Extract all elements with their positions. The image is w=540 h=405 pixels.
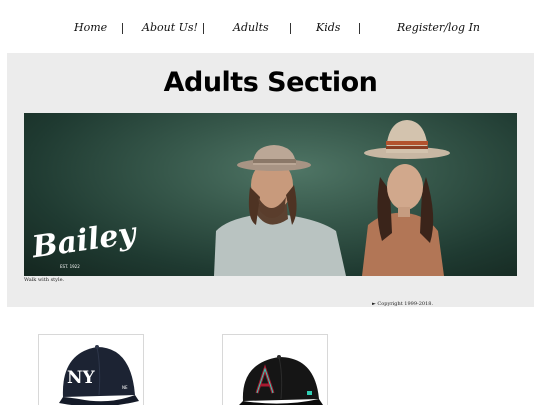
nav-separator <box>359 23 360 34</box>
copyright-text: ► Copyright 1999-2018. <box>372 301 434 307</box>
product-card-diamondbacks-cap[interactable] <box>222 334 328 405</box>
svg-text:NY: NY <box>67 368 96 388</box>
product-card-ny-cap[interactable]: NY NE <box>38 334 144 405</box>
nav-separator <box>290 23 291 34</box>
hero-banner-image: Bailey EST. 1922 <box>24 113 517 276</box>
nav-separator <box>203 23 204 34</box>
black-a-baseball-cap-icon <box>239 355 323 405</box>
top-nav: Home About Us! Adults Kids Register/log … <box>0 18 540 38</box>
man-figure <box>214 145 346 276</box>
nav-kids-link[interactable]: Kids <box>316 18 340 38</box>
nav-about-link[interactable]: About Us! <box>142 18 198 38</box>
bailey-brand-logo: Bailey EST. 1922 <box>29 216 140 269</box>
logo-subtext: EST. 1922 <box>60 264 80 269</box>
woman-figure <box>362 120 450 276</box>
nav-adults-link[interactable]: Adults <box>233 18 269 38</box>
nav-register-login-link[interactable]: Register/log In <box>397 18 480 38</box>
page-title: Adults Section <box>163 67 378 98</box>
models-wearing-hats-photo: Bailey EST. 1922 <box>29 120 450 276</box>
nav-home-link[interactable]: Home <box>74 18 107 38</box>
nav-separator <box>122 23 123 34</box>
navy-ny-baseball-cap-icon: NY NE <box>59 345 139 405</box>
hero-section: Adults Section Bailey EST. 1922 Walk wit… <box>7 53 534 307</box>
logo-wordmark: Bailey <box>29 216 140 266</box>
svg-text:NE: NE <box>122 385 128 390</box>
tagline-text: Walk with style. <box>24 277 65 283</box>
